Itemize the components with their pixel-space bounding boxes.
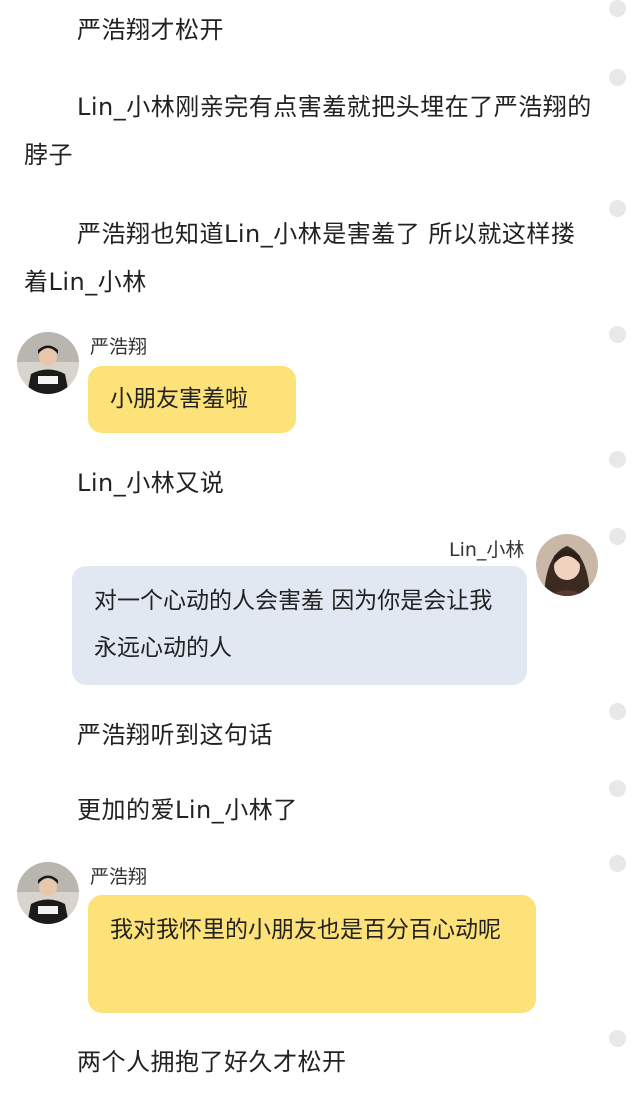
avatar-yan-haoxiang[interactable] — [17, 862, 79, 924]
narrative-paragraph: 严浩翔也知道Lin_小林是害羞了 所以就这样搂着Lin_小林 — [24, 220, 576, 296]
narrative-paragraph: 两个人拥抱了好久才松开 — [77, 1048, 347, 1076]
comment-dot-icon[interactable] — [609, 326, 626, 343]
narrative-paragraph: 更加的爱Lin_小林了 — [77, 796, 298, 824]
chat-bubble: 小朋友害羞啦 — [88, 366, 296, 433]
chat-bubble: 我对我怀里的小朋友也是百分百心动呢 — [88, 895, 536, 1013]
sender-name: 严浩翔 — [90, 336, 148, 358]
narrative-paragraph: Lin_小林刚亲完有点害羞就把头埋在了严浩翔的脖子 — [24, 93, 592, 169]
narrative-paragraph: 严浩翔听到这句话 — [77, 721, 273, 749]
comment-dot-icon[interactable] — [609, 780, 626, 797]
avatar-lin-xiaolin[interactable] — [536, 534, 598, 596]
comment-dot-icon[interactable] — [609, 703, 626, 720]
comment-dot-icon[interactable] — [609, 0, 626, 17]
chat-bubble: 对一个心动的人会害羞 因为你是会让我永远心动的人 — [72, 566, 527, 685]
avatar-yan-haoxiang[interactable] — [17, 332, 79, 394]
sender-name: Lin_小林 — [449, 539, 525, 561]
comment-dot-icon[interactable] — [609, 451, 626, 468]
comment-dot-icon[interactable] — [609, 200, 626, 217]
comment-dot-icon[interactable] — [609, 528, 626, 545]
comment-dot-icon[interactable] — [609, 1030, 626, 1047]
comment-dot-icon[interactable] — [609, 69, 626, 86]
narrative-paragraph: Lin_小林又说 — [77, 469, 225, 497]
comment-dot-icon[interactable] — [609, 855, 626, 872]
sender-name: 严浩翔 — [90, 866, 148, 888]
narrative-paragraph: 严浩翔才松开 — [77, 16, 224, 44]
